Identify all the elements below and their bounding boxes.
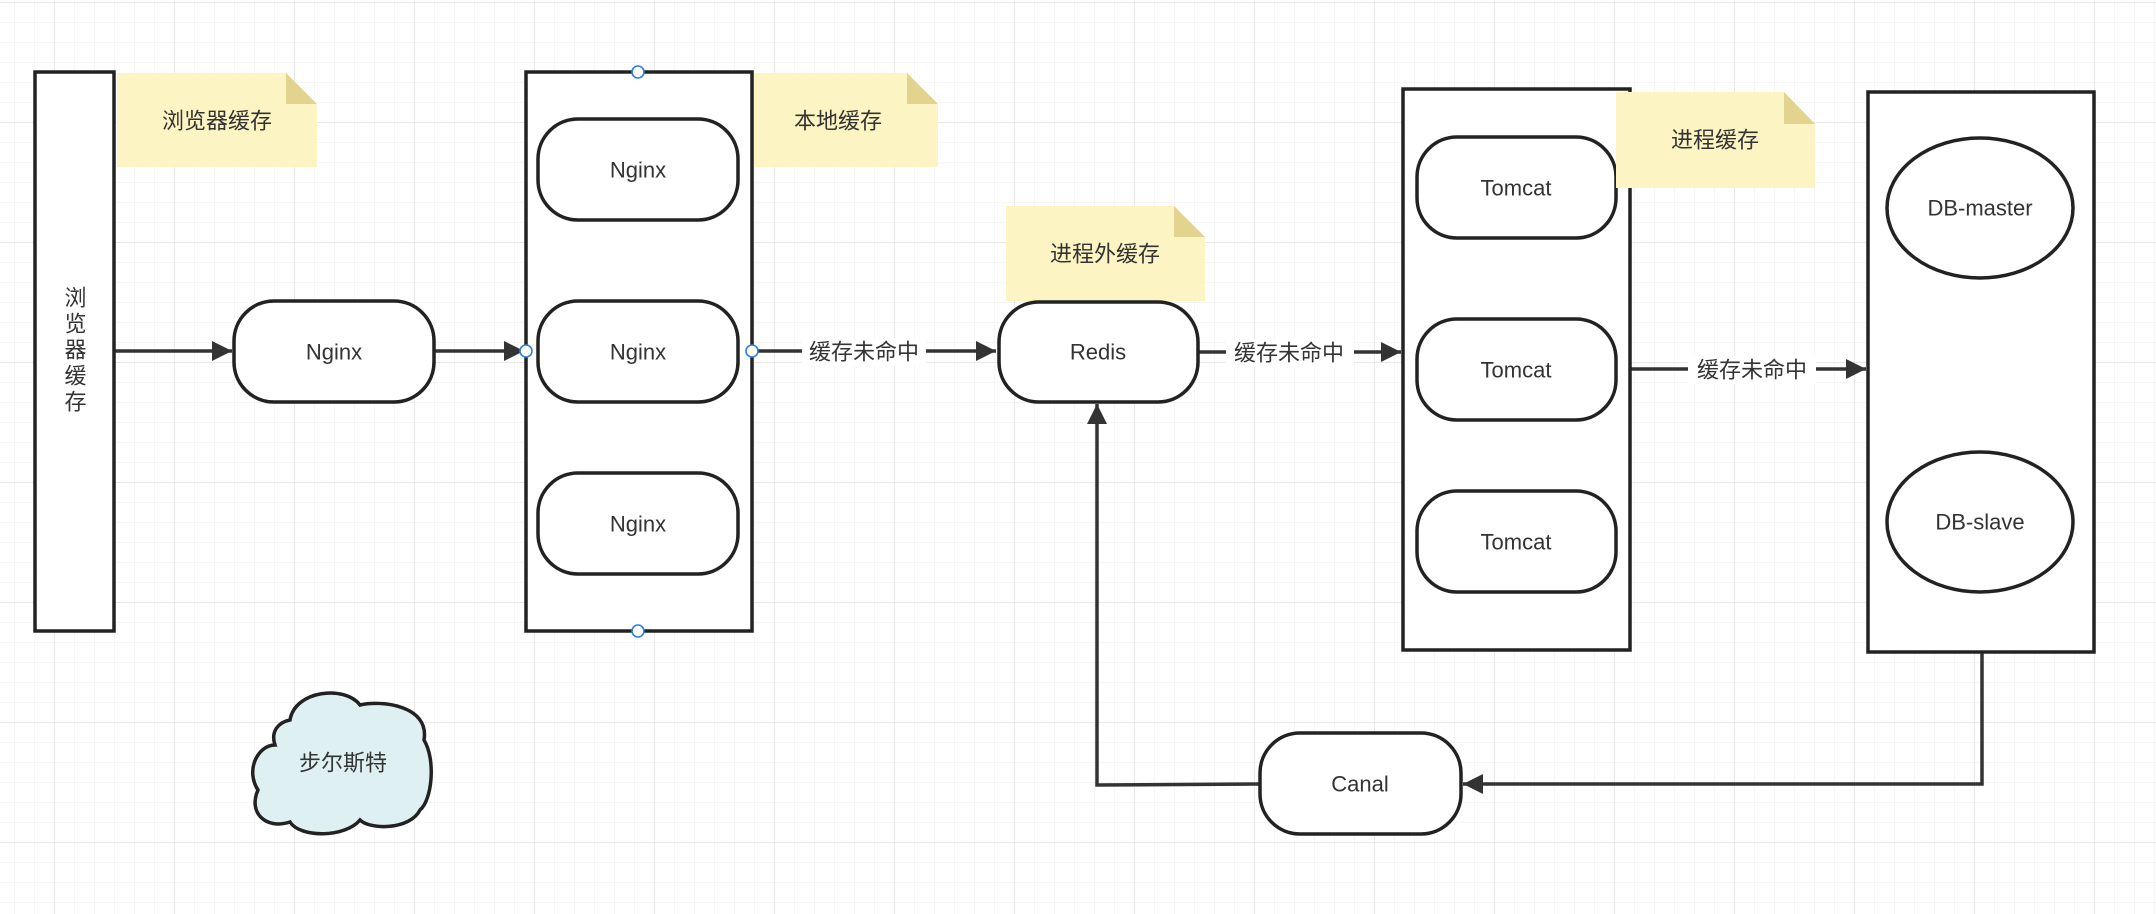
node-label: Tomcat (1481, 530, 1552, 555)
canal-node[interactable]: Canal (1258, 731, 1463, 836)
node-label: 步尔斯特 (299, 751, 387, 776)
tomcat-node-1[interactable]: Tomcat (1415, 135, 1618, 240)
nginx-group[interactable]: Nginx Nginx Nginx (519, 65, 759, 638)
selection-handle-left[interactable] (519, 344, 533, 358)
note-local-cache[interactable]: 本地缓存 (738, 73, 938, 167)
tomcat-node-2[interactable]: Tomcat (1415, 317, 1618, 422)
node-label: Redis (1070, 340, 1126, 365)
selection-handle-bottom[interactable] (631, 624, 645, 638)
note-label: 浏览器缓存 (162, 109, 272, 134)
note-label: 进程外缓存 (1050, 242, 1160, 267)
node-label: DB-slave (1935, 510, 2024, 535)
tomcat-node-3[interactable]: Tomcat (1415, 489, 1618, 594)
note-in-process-cache[interactable]: 进程缓存 (1616, 92, 1815, 188)
node-label: Nginx (610, 512, 666, 537)
nginx-node-3[interactable]: Nginx (536, 471, 740, 576)
node-label: Nginx (610, 158, 666, 183)
edge-label-text: 缓存未命中 (809, 340, 919, 365)
nginx-entry-node[interactable]: Nginx (232, 299, 436, 404)
node-label: Tomcat (1481, 176, 1552, 201)
redis-node[interactable]: Redis (997, 300, 1200, 404)
node-label: Nginx (610, 340, 666, 365)
edge-label-redis-tomcat: 缓存未命中 (1226, 339, 1354, 367)
tomcat-group[interactable]: Tomcat Tomcat Tomcat (1401, 87, 1632, 652)
selection-handle-top[interactable] (631, 65, 645, 79)
node-label: Canal (1331, 772, 1388, 797)
diagram-canvas[interactable]: 浏览器缓存 浏览器缓存 本地缓存 Nginx Nginx Nginx Nginx (0, 0, 2156, 914)
nginx-node-1[interactable]: Nginx (536, 117, 740, 222)
selection-handle-right[interactable] (745, 344, 759, 358)
edge-label-tomcat-db: 缓存未命中 (1688, 356, 1816, 384)
db-slave-node[interactable]: DB-slave (1885, 450, 2075, 594)
edge-label-text: 缓存未命中 (1234, 341, 1344, 366)
nginx-node-2[interactable]: Nginx (536, 299, 740, 404)
db-group[interactable]: DB-master DB-slave (1866, 90, 2096, 654)
db-master-node[interactable]: DB-master (1885, 136, 2075, 280)
edge-label-text: 缓存未命中 (1697, 358, 1807, 383)
edge-label-nginx-redis: 缓存未命中 (802, 338, 926, 366)
node-label: DB-master (1927, 196, 2032, 221)
note-label: 进程缓存 (1671, 128, 1759, 153)
node-label: Nginx (306, 340, 362, 365)
browser-cache-column[interactable]: 浏览器缓存 (33, 70, 116, 633)
browser-column-label: 浏览器缓存 (62, 286, 87, 416)
node-label: Tomcat (1481, 358, 1552, 383)
note-browser-cache[interactable]: 浏览器缓存 (117, 73, 317, 167)
note-out-of-process-cache[interactable]: 进程外缓存 (1006, 206, 1205, 301)
note-label: 本地缓存 (794, 109, 882, 134)
